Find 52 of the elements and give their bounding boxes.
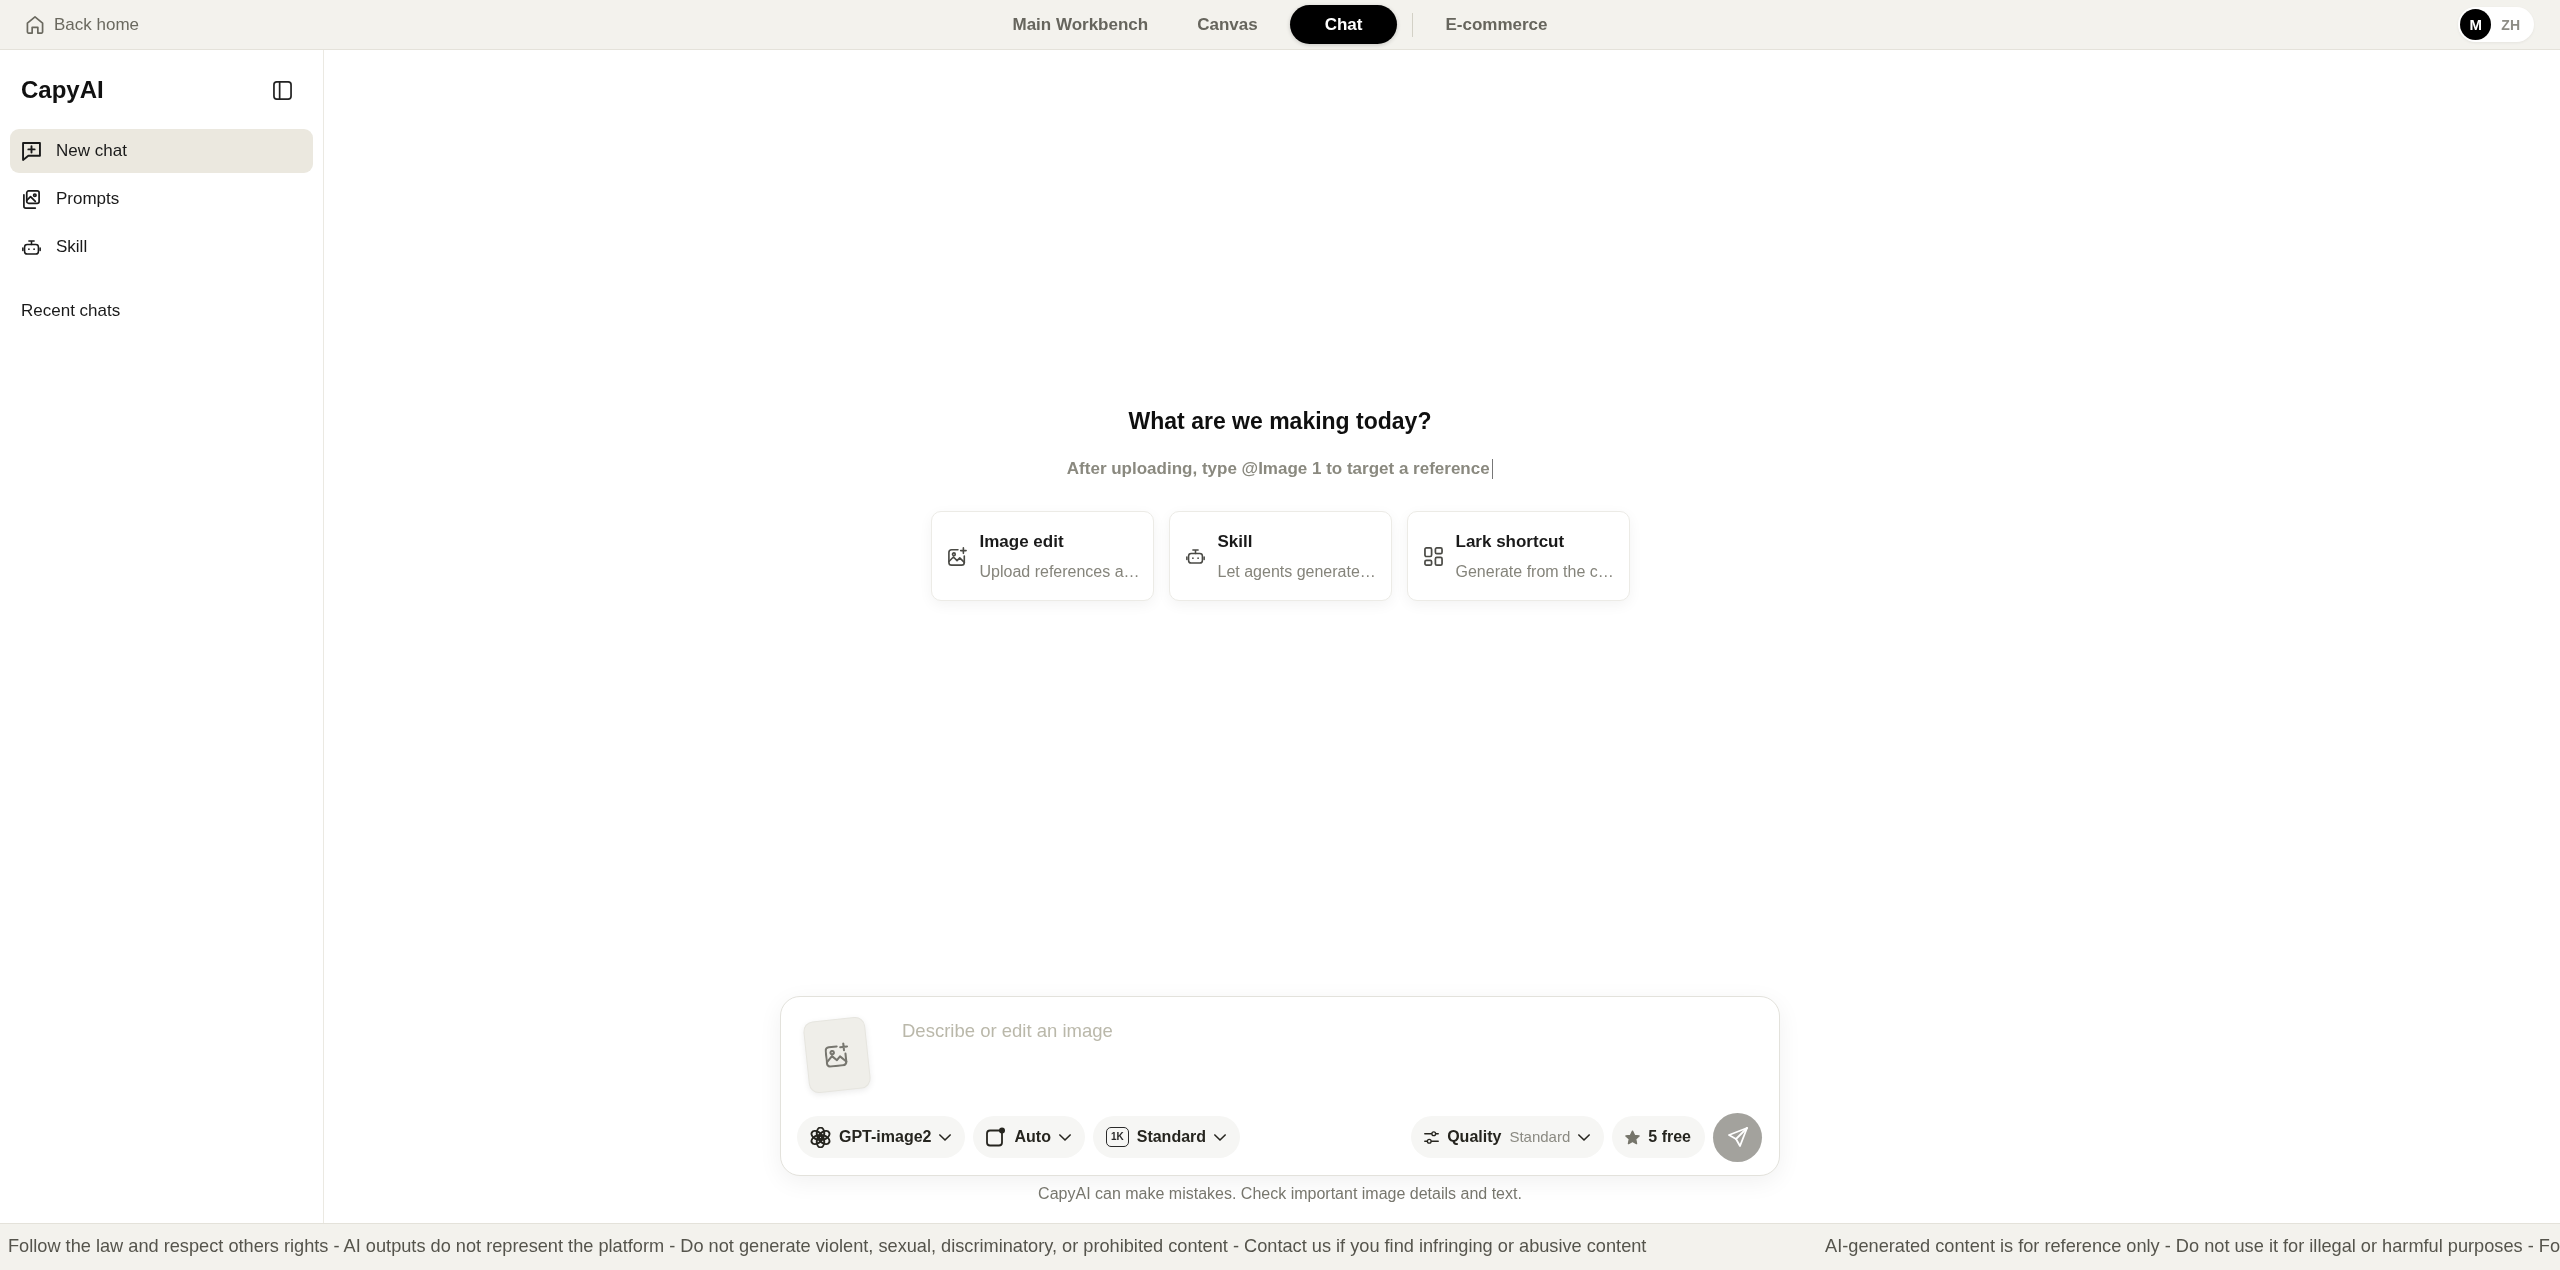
card-description: Generate from the c… bbox=[1455, 561, 1614, 582]
card-title: Lark shortcut bbox=[1455, 530, 1566, 553]
quality-select[interactable]: Quality Standard bbox=[1411, 1116, 1605, 1158]
shortcut-card[interactable]: Lark shortcut Generate from the c… bbox=[1406, 511, 1630, 601]
hint-text: After uploading, type @Image 1 to target a reference bbox=[1066, 458, 1490, 480]
sidebar-toggle-button[interactable] bbox=[273, 80, 292, 100]
send-icon bbox=[1727, 1127, 1748, 1147]
notice-text: Follow the law and respect others rights - AI outputs do not represent the platform - Do not generate violent, sexual, discriminatory, or prohibited content - Contact us if you find infringing or abusive content bbox=[8, 1235, 1647, 1259]
sidebar-item[interactable]: Prompts bbox=[10, 177, 313, 221]
chevron-down-icon bbox=[1578, 1133, 1591, 1141]
section-heading: Recent chats bbox=[20, 300, 122, 322]
upload-image-button[interactable] bbox=[802, 1015, 872, 1095]
image-add-icon bbox=[823, 1041, 851, 1069]
sidebar-item[interactable]: Skill bbox=[10, 225, 313, 269]
image-add-icon bbox=[947, 546, 967, 566]
aspect-ratio-select[interactable]: Auto bbox=[973, 1116, 1085, 1158]
chevron-down-icon bbox=[1214, 1133, 1227, 1141]
card-description: Upload references a… bbox=[979, 561, 1140, 582]
chat-plus-icon bbox=[22, 141, 41, 161]
sidebar-item[interactable]: New chat bbox=[10, 129, 313, 173]
image-stack-icon bbox=[22, 189, 41, 209]
robot-icon bbox=[1185, 546, 1205, 566]
home-icon bbox=[26, 15, 44, 34]
knot-icon bbox=[810, 1126, 831, 1148]
switch-option[interactable]: M bbox=[2460, 9, 2492, 40]
chevron-down-icon bbox=[939, 1133, 952, 1141]
size-tag: 1K bbox=[1105, 1127, 1129, 1147]
toggle-switch[interactable]: M ZH bbox=[2458, 7, 2534, 42]
shortcut-card[interactable]: Skill Let agents generate… bbox=[1168, 511, 1392, 601]
resolution-select[interactable]: 1K Standard bbox=[1092, 1116, 1241, 1158]
notice-text: AI-generated content is for reference only - Do not use it for illegal or harmful purposes - Fo bbox=[1825, 1235, 2560, 1259]
app-title: CapyAI bbox=[21, 75, 104, 105]
card-title: Image edit bbox=[979, 530, 1065, 553]
chevron-down-icon bbox=[1058, 1133, 1071, 1141]
shortcut-card[interactable]: Image edit Upload references a… bbox=[930, 511, 1154, 601]
back-home-link[interactable]: Back home bbox=[26, 11, 140, 38]
nav-tab[interactable]: Chat bbox=[1289, 5, 1398, 44]
nav-tab[interactable]: Main Workbench bbox=[995, 5, 1166, 44]
sidebar-toggle-icon bbox=[273, 80, 292, 100]
card-description: Let agents generate… bbox=[1217, 561, 1376, 582]
star-icon bbox=[1625, 1129, 1641, 1145]
disclaimer-text: CapyAI can make mistakes. Check important image details and text. bbox=[1038, 1184, 1522, 1204]
card-title: Skill bbox=[1217, 530, 1254, 553]
sliders-icon bbox=[1424, 1129, 1440, 1145]
page-heading: What are we making today? bbox=[1128, 407, 1432, 436]
nav-tab[interactable]: E-commerce bbox=[1428, 5, 1565, 44]
prompt-composer[interactable]: Describe or edit an image GPT-image2 Auto 1K Standard Quality Standard 5 free bbox=[780, 996, 1780, 1176]
credits-button[interactable]: 5 free bbox=[1612, 1116, 1705, 1158]
model-select[interactable]: GPT-image2 bbox=[797, 1116, 966, 1158]
nav-tab[interactable]: Canvas bbox=[1180, 5, 1275, 44]
grid-icon bbox=[1423, 546, 1443, 566]
robot-icon bbox=[22, 237, 41, 257]
